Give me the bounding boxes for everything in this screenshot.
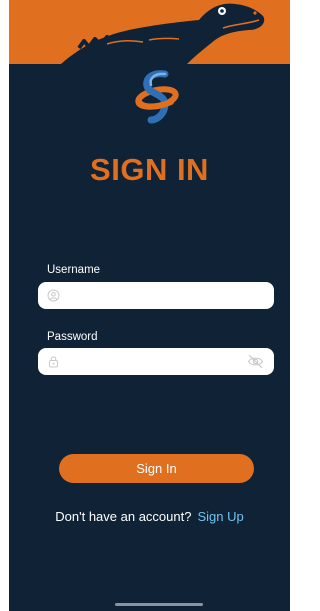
alligator-mascot-icon [61, 3, 265, 64]
sign-in-button[interactable]: Sign In [59, 454, 254, 483]
lock-icon [49, 356, 58, 368]
username-label: Username [47, 264, 101, 276]
signup-prompt-text: Don't have an account? [55, 509, 192, 524]
page-title: SIGN IN [90, 152, 209, 187]
username-input[interactable] [64, 282, 240, 309]
user-icon [47, 289, 60, 302]
password-label: Password [47, 331, 98, 343]
signup-prompt: Don't have an account? Sign Up [9, 509, 290, 524]
home-indicator[interactable] [115, 603, 203, 606]
username-field[interactable] [38, 282, 274, 309]
sign-in-screen: SIGN IN Username Password Sign In Don't … [9, 0, 290, 611]
eye-off-icon[interactable] [247, 354, 264, 369]
password-field[interactable] [38, 348, 274, 375]
s-swoosh-logo-icon [135, 70, 179, 124]
password-input[interactable] [64, 348, 240, 375]
sign-up-link[interactable]: Sign Up [197, 509, 243, 524]
header-banner [9, 0, 290, 64]
